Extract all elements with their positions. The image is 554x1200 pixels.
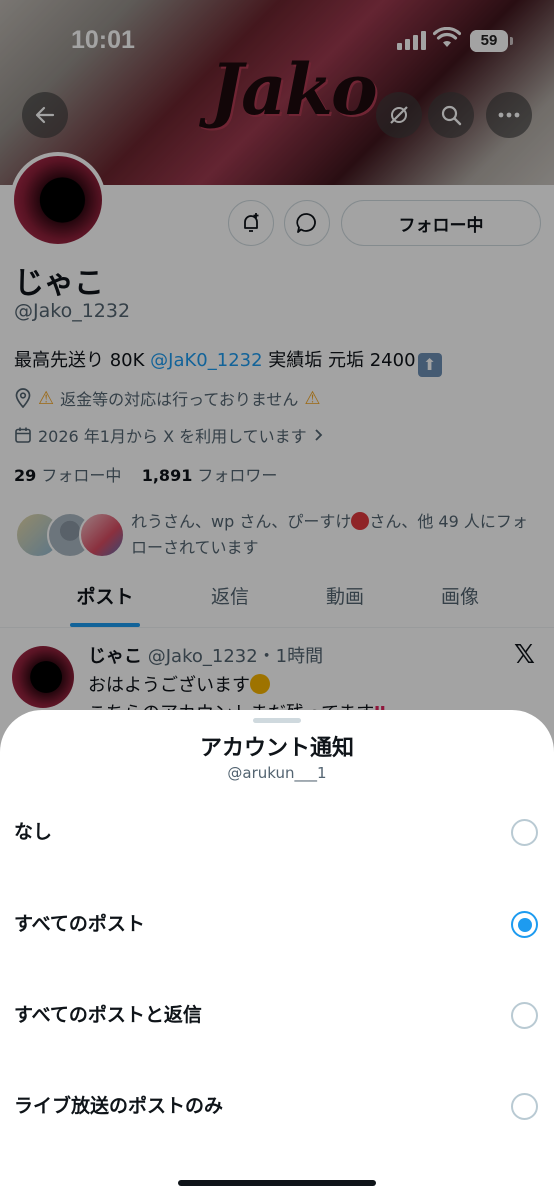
option-none[interactable]: なし xyxy=(0,792,554,872)
radio-button[interactable] xyxy=(511,819,538,846)
sheet-title: アカウント通知 xyxy=(199,736,354,761)
option-all-posts-and-replies[interactable]: すべてのポストと返信 xyxy=(0,975,554,1055)
option-live-broadcast-only[interactable]: ライブ放送のポストのみ xyxy=(0,1066,554,1146)
sheet-grabber[interactable] xyxy=(253,718,301,723)
radio-button-selected[interactable] xyxy=(511,911,538,938)
option-label: すべてのポスト xyxy=(14,913,145,935)
option-all-posts[interactable]: すべてのポスト xyxy=(0,884,554,964)
radio-button[interactable] xyxy=(511,1002,538,1029)
option-label: すべてのポストと返信 xyxy=(14,1004,202,1026)
account-notification-sheet: アカウント通知 @arukun___1 なし すべてのポスト すべてのポストと返… xyxy=(0,710,554,1200)
option-label: なし xyxy=(14,821,53,843)
sheet-subtitle: @arukun___1 xyxy=(227,764,327,782)
home-indicator[interactable] xyxy=(178,1180,376,1186)
option-label: ライブ放送のポストのみ xyxy=(14,1095,224,1117)
radio-button[interactable] xyxy=(511,1093,538,1120)
